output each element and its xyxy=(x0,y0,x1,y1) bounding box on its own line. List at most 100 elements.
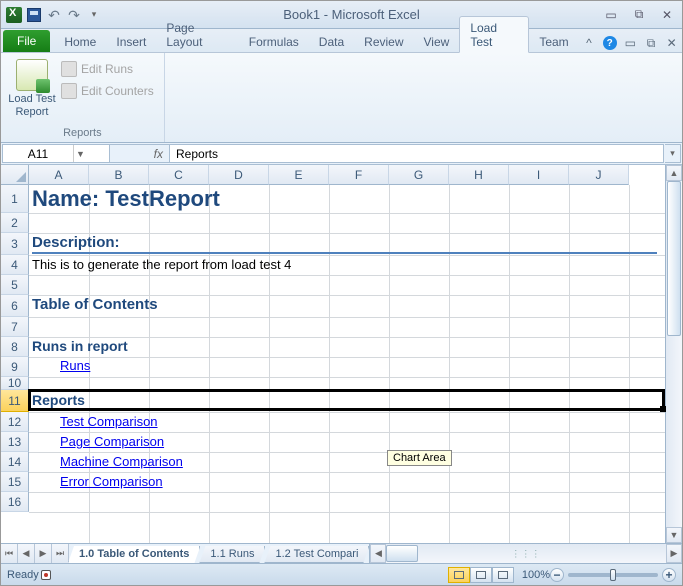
zoom-level[interactable]: 100% xyxy=(522,569,550,581)
row-header-13[interactable]: 13 xyxy=(1,432,29,452)
sheet-nav-first[interactable]: ⏮ xyxy=(1,544,18,563)
edit-counters-button[interactable]: Edit Counters xyxy=(57,81,158,101)
title-bar: ↶ ↷ ▾ Book1 - Microsoft Excel ▭ ⧉ ✕ xyxy=(1,1,682,29)
save-icon xyxy=(27,8,41,22)
tab-file[interactable]: File xyxy=(3,30,50,52)
big-button-label: Load Test Report xyxy=(8,93,56,119)
formula-bar-expand[interactable]: ▾ xyxy=(665,144,681,163)
row-header-10[interactable]: 10 xyxy=(1,377,29,390)
scroll-right-button[interactable]: ▶ xyxy=(666,544,682,563)
row-header-9[interactable]: 9 xyxy=(1,357,29,377)
tab-data[interactable]: Data xyxy=(309,31,354,52)
row-header-3[interactable]: 3 xyxy=(1,233,29,255)
tab-view[interactable]: View xyxy=(414,31,460,52)
tab-page-layout[interactable]: Page Layout xyxy=(156,17,238,52)
col-header-H[interactable]: H xyxy=(449,165,509,185)
link-error-comparison[interactable]: Error Comparison xyxy=(60,474,163,489)
link-page-comparison[interactable]: Page Comparison xyxy=(60,434,164,449)
row-header-14[interactable]: 14 xyxy=(1,452,29,472)
formula-bar[interactable]: Reports xyxy=(170,144,664,163)
sheet-tab-test-compare[interactable]: 1.2 Test Compari xyxy=(264,546,369,563)
row-header-11[interactable]: 11 xyxy=(1,390,29,412)
chevron-up-icon: ▲ xyxy=(670,168,679,178)
load-test-report-button[interactable]: Load Test Report xyxy=(7,57,57,125)
close-button[interactable]: ✕ xyxy=(656,6,678,24)
wb-close-button[interactable]: ✕ xyxy=(663,34,680,52)
name-box[interactable]: ▼ xyxy=(2,144,110,163)
help-button[interactable]: ? xyxy=(601,34,618,52)
row-header-2[interactable]: 2 xyxy=(1,213,29,233)
redo-button[interactable]: ↷ xyxy=(65,6,83,24)
zoom-in-button[interactable]: + xyxy=(662,568,676,582)
macro-record-icon[interactable] xyxy=(41,570,51,580)
cells-area[interactable]: Name: TestReport Description: This is to… xyxy=(29,185,665,543)
horizontal-scrollbar[interactable]: ◀ ⋮⋮⋮ ▶ xyxy=(369,544,682,563)
hscroll-thumb[interactable] xyxy=(386,545,418,562)
col-header-B[interactable]: B xyxy=(89,165,149,185)
zoom-thumb[interactable] xyxy=(610,569,616,581)
app-icon[interactable] xyxy=(5,6,23,24)
select-all-corner[interactable] xyxy=(1,165,29,185)
col-header-G[interactable]: G xyxy=(389,165,449,185)
page-layout-icon xyxy=(476,571,486,579)
selection-box xyxy=(28,389,665,411)
row-header-5[interactable]: 5 xyxy=(1,275,29,295)
tab-review[interactable]: Review xyxy=(354,31,413,52)
sheet-tab-toc[interactable]: 1.0 Table of Contents xyxy=(68,546,200,563)
tab-team[interactable]: Team xyxy=(529,31,578,52)
maximize-button[interactable]: ⧉ xyxy=(628,6,650,24)
name-box-input[interactable] xyxy=(3,147,73,161)
tab-insert[interactable]: Insert xyxy=(106,31,156,52)
scroll-up-button[interactable]: ▲ xyxy=(666,165,682,181)
row-header-8[interactable]: 8 xyxy=(1,337,29,357)
hscroll-track[interactable]: ⋮⋮⋮ xyxy=(386,544,666,563)
link-runs[interactable]: Runs xyxy=(60,358,90,373)
zoom-out-button[interactable]: − xyxy=(550,568,564,582)
wb-minimize-button[interactable]: ▭ xyxy=(622,34,639,52)
view-normal-button[interactable] xyxy=(448,567,470,583)
ribbon-minimize-button[interactable]: ^ xyxy=(581,34,598,52)
tab-formulas[interactable]: Formulas xyxy=(239,31,309,52)
sheet-nav: ⏮ ◀ ▶ ⏭ xyxy=(1,544,69,563)
col-header-E[interactable]: E xyxy=(269,165,329,185)
sheet-tab-runs[interactable]: 1.1 Runs xyxy=(199,546,265,563)
link-test-comparison[interactable]: Test Comparison xyxy=(60,414,158,429)
tab-home[interactable]: Home xyxy=(54,31,106,52)
row-header-16[interactable]: 16 xyxy=(1,492,29,512)
view-page-layout-button[interactable] xyxy=(470,567,492,583)
sheet-nav-prev[interactable]: ◀ xyxy=(18,544,35,563)
row-header-1[interactable]: 1 xyxy=(1,185,29,213)
col-header-I[interactable]: I xyxy=(509,165,569,185)
col-header-C[interactable]: C xyxy=(149,165,209,185)
cell-reports-heading: Reports xyxy=(32,392,85,408)
scroll-down-button[interactable]: ▼ xyxy=(666,527,682,543)
edit-runs-button[interactable]: Edit Runs xyxy=(57,59,158,79)
sheet-nav-last[interactable]: ⏭ xyxy=(52,544,69,563)
row-header-7[interactable]: 7 xyxy=(1,317,29,337)
col-header-D[interactable]: D xyxy=(209,165,269,185)
col-header-J[interactable]: J xyxy=(569,165,629,185)
name-box-dropdown[interactable]: ▼ xyxy=(73,145,87,162)
tab-load-test[interactable]: Load Test xyxy=(459,16,529,53)
col-header-F[interactable]: F xyxy=(329,165,389,185)
minimize-button[interactable]: ▭ xyxy=(600,6,622,24)
sheet-tab-row: ⏮ ◀ ▶ ⏭ 1.0 Table of Contents 1.1 Runs 1… xyxy=(1,543,682,563)
zoom-track[interactable] xyxy=(568,573,658,577)
row-header-15[interactable]: 15 xyxy=(1,472,29,492)
row-header-4[interactable]: 4 xyxy=(1,255,29,275)
qat-customize[interactable]: ▾ xyxy=(85,6,103,24)
view-page-break-button[interactable] xyxy=(492,567,514,583)
row-header-6[interactable]: 6 xyxy=(1,295,29,317)
sheet-nav-next[interactable]: ▶ xyxy=(35,544,52,563)
vscroll-track[interactable] xyxy=(666,181,682,527)
vertical-scrollbar[interactable]: ▲ ▼ xyxy=(665,165,682,543)
row-header-12[interactable]: 12 xyxy=(1,412,29,432)
undo-button[interactable]: ↶ xyxy=(45,6,63,24)
save-button[interactable] xyxy=(25,6,43,24)
link-machine-comparison[interactable]: Machine Comparison xyxy=(60,454,183,469)
vscroll-thumb[interactable] xyxy=(667,181,681,336)
scroll-left-button[interactable]: ◀ xyxy=(370,544,386,563)
view-buttons xyxy=(448,567,514,583)
col-header-A[interactable]: A xyxy=(29,165,89,185)
wb-restore-button[interactable]: ⧉ xyxy=(643,34,660,52)
